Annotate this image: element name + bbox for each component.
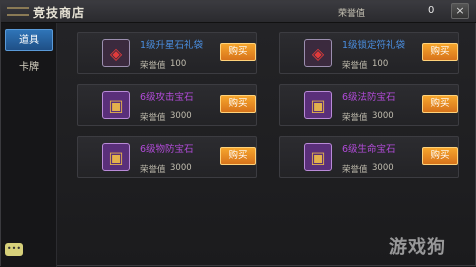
item-name: 6级法防宝石 [342, 92, 396, 103]
price-value: 100 [170, 59, 187, 69]
item-name: 1级锁定符礼袋 [342, 40, 406, 51]
watermark-logo: 游戏狗 [389, 237, 446, 258]
item-name: 6级生命宝石 [342, 144, 396, 155]
buy-button[interactable]: 购买 [422, 95, 458, 113]
shop-grid: ◈ 1级升星石礼袋 荣誉值 100 购买 ◈ 1级锁定符礼袋 荣誉值 100 购… [59, 25, 475, 265]
tab-items[interactable]: 道具 [5, 29, 53, 51]
gift-bag-icon: ◈ [304, 39, 332, 67]
buy-button[interactable]: 购买 [422, 147, 458, 165]
price-label: 荣誉值 [140, 165, 166, 175]
buy-button[interactable]: 购买 [220, 43, 256, 61]
close-button[interactable]: × [451, 3, 469, 19]
title-bar: 竞技商店 荣誉值 0 × [1, 1, 476, 23]
buy-button[interactable]: 购买 [422, 43, 458, 61]
price-value: 100 [372, 59, 389, 69]
buy-button[interactable]: 购买 [220, 147, 256, 165]
shop-item-card: ◈ 1级锁定符礼袋 荣誉值 100 购买 [279, 32, 459, 74]
treasure-chest-icon: ▣ [304, 91, 332, 119]
item-name: 6级物防宝石 [140, 144, 194, 155]
shop-window: 竞技商店 荣誉值 0 × 道具 卡牌 ••• ◈ 1级升星石礼袋 荣誉值 100… [0, 0, 476, 267]
shop-item-card: ▣ 6级法防宝石 荣誉值 3000 购买 [279, 84, 459, 126]
window-title: 竞技商店 [33, 6, 86, 20]
item-name: 6级攻击宝石 [140, 92, 194, 103]
gift-bag-icon: ◈ [102, 39, 130, 67]
price-value: 3000 [372, 111, 394, 121]
shop-item-card: ▣ 6级物防宝石 荣誉值 3000 购买 [77, 136, 257, 178]
treasure-chest-icon: ▣ [304, 143, 332, 171]
price-label: 荣誉值 [140, 61, 166, 71]
sidebar: 道具 卡牌 ••• [1, 23, 57, 267]
treasure-chest-icon: ▣ [102, 91, 130, 119]
price-value: 3000 [372, 163, 394, 173]
item-name: 1级升星石礼袋 [140, 40, 204, 51]
price-value: 3000 [170, 111, 192, 121]
price-label: 荣誉值 [342, 113, 368, 123]
price-label: 荣誉值 [140, 113, 166, 123]
shop-item-card: ▣ 6级攻击宝石 荣誉值 3000 购买 [77, 84, 257, 126]
honor-label: 荣誉值 [338, 9, 366, 19]
price-label: 荣誉值 [342, 165, 368, 175]
chat-bubble-icon[interactable]: ••• [5, 243, 23, 256]
treasure-chest-icon: ▣ [102, 143, 130, 171]
tab-cards[interactable]: 卡牌 [5, 57, 53, 79]
shop-item-card: ◈ 1级升星石礼袋 荣誉值 100 购买 [77, 32, 257, 74]
price-value: 3000 [170, 163, 192, 173]
honor-value: 0 [428, 5, 435, 16]
shop-item-card: ▣ 6级生命宝石 荣誉值 3000 购买 [279, 136, 459, 178]
price-label: 荣誉值 [342, 61, 368, 71]
title-ornament-icon [7, 7, 29, 16]
buy-button[interactable]: 购买 [220, 95, 256, 113]
